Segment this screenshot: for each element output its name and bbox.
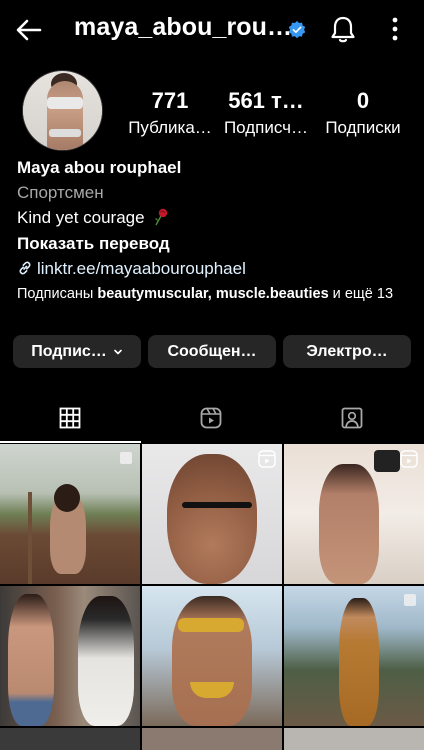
message-button-label: Сообщен… [167,342,257,360]
followed-users: beautymuscular, muscle.beauties [97,286,329,302]
post-thumbnail[interactable] [0,728,140,750]
bio-external-link[interactable]: linktr.ee/mayaabourouphael [17,259,246,279]
post-thumbnail[interactable] [284,586,424,726]
multi-photo-icon [404,594,416,606]
profile-avatar[interactable] [22,70,103,151]
bio-text-content: Kind yet courage [17,208,145,227]
message-button[interactable]: Сообщен… [148,335,276,368]
bio-full-name: Maya abou rouphael [17,158,182,177]
reel-icon [400,450,418,468]
followed-prefix: Подписаны [17,286,98,302]
tab-posts-grid[interactable] [0,395,141,443]
following-button[interactable]: Подпис… [13,335,141,368]
bio-category: Спортсмен [17,183,104,202]
followed-suffix: и ещё 13 [328,286,394,302]
post-thumbnail[interactable] [142,728,282,750]
bio-link-text: linktr.ee/mayaabourouphael [37,259,246,278]
tagged-icon [341,407,363,429]
email-button-label: Электро… [306,342,388,360]
profile-username: maya_abou_rou… [74,13,293,41]
stat-posts-label: Публика… [128,118,212,137]
post-thumbnail[interactable] [142,444,282,584]
reels-icon [200,407,222,429]
posts-grid [0,444,424,750]
post-thumbnail[interactable] [142,586,282,726]
tab-tagged[interactable] [282,395,423,443]
stat-followers-value: 561 т… [228,88,304,113]
stat-following-value: 0 [356,88,370,113]
email-button[interactable]: Электро… [283,335,411,368]
post-thumbnail[interactable] [0,586,140,726]
multi-photo-icon [120,452,132,464]
stat-followers[interactable]: 561 т… Подписч… [220,88,312,138]
tab-reels[interactable] [141,395,282,443]
stat-followers-label: Подписч… [223,118,309,137]
following-button-label: Подпис… [31,342,107,360]
back-arrow-icon[interactable] [14,15,44,45]
chevron-down-icon [114,349,122,354]
link-icon [19,261,31,275]
profile-tabs [0,395,424,443]
stat-following[interactable]: 0 Подписки [318,88,408,138]
more-vertical-icon[interactable] [389,14,401,44]
post-thumbnail[interactable] [284,728,424,750]
followed-by-line[interactable]: Подписаны beautymuscular, muscle.beautie… [17,285,413,303]
rose-emoji-icon [155,208,168,226]
stat-posts-value: 771 [151,88,189,113]
verified-badge-icon [288,21,306,39]
post-thumbnail[interactable] [0,444,140,584]
bio-text: Kind yet courage [17,208,169,228]
stat-following-label: Подписки [325,118,401,137]
show-translation-link[interactable]: Показать перевод [17,234,170,254]
stat-posts[interactable]: 771 Публика… [124,88,216,138]
reel-icon [258,450,276,468]
bell-icon[interactable] [329,14,357,44]
grid-icon [59,407,81,429]
post-thumbnail[interactable] [284,444,424,584]
profile-header: maya_abou_rou… [0,0,424,60]
